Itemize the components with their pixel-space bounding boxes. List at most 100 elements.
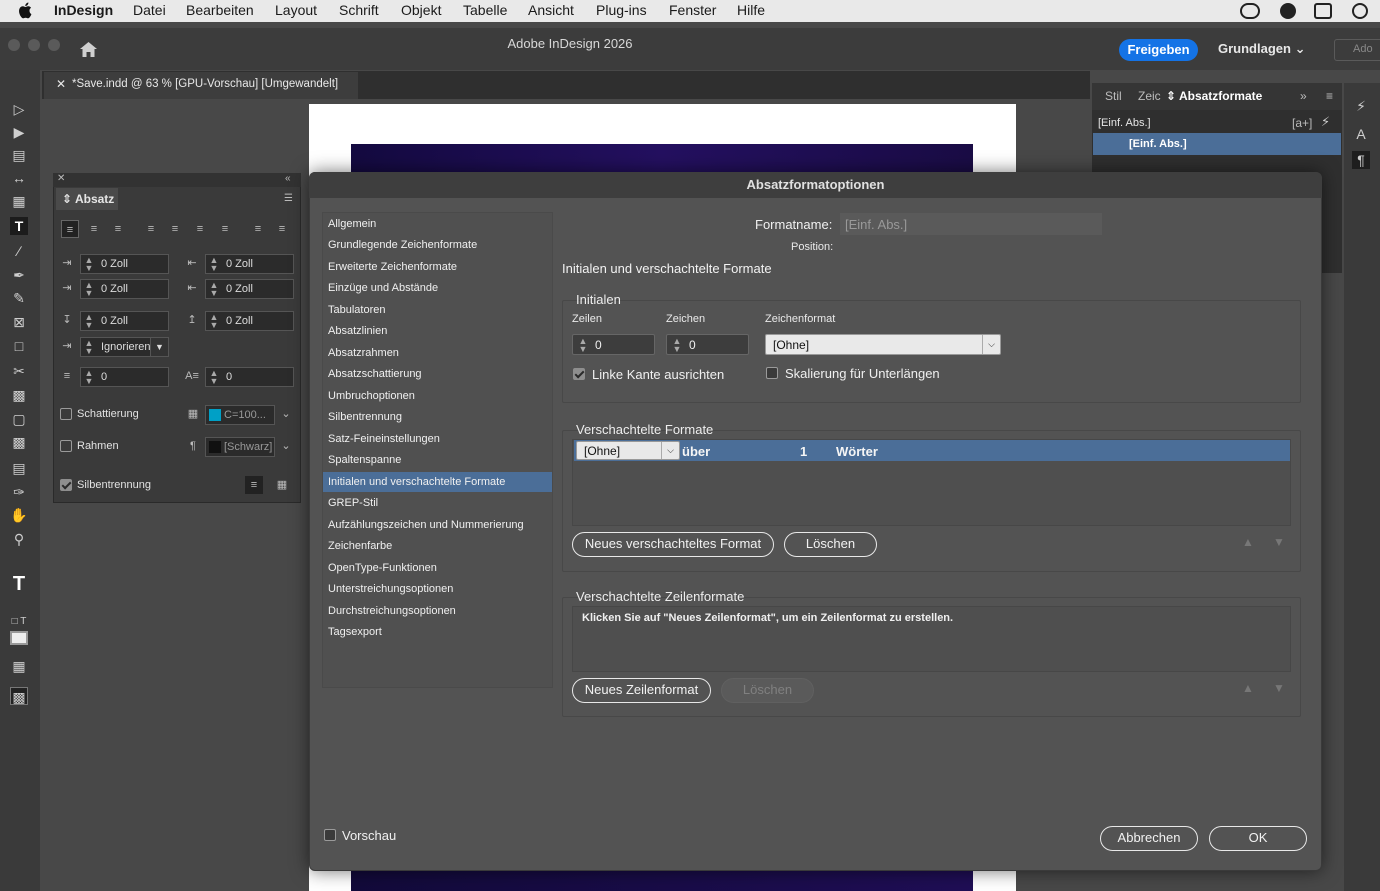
nested-count[interactable]: 1 (800, 444, 807, 459)
single-line-composer-icon[interactable]: ≡ (245, 476, 263, 494)
hyphenation-checkbox[interactable] (60, 479, 72, 491)
align-to-grid-select[interactable]: ▲ ▼ Ignorieren ▼ (80, 337, 169, 357)
close-panel-icon[interactable]: ✕ (57, 173, 65, 184)
shading-grid-icon[interactable]: ▦ (184, 405, 202, 423)
paragraph-style-basic[interactable]: [Einf. Abs.] (1098, 117, 1151, 129)
sync-icon[interactable] (1352, 3, 1368, 19)
lightning-panel-icon[interactable]: ⚡ (1352, 97, 1370, 115)
free-transform-tool-icon[interactable]: ▩ (10, 386, 28, 404)
status-check-icon[interactable] (1280, 3, 1296, 19)
stepper-icon[interactable]: ▲ ▼ (208, 281, 220, 298)
stepper-icon[interactable]: ▲ ▼ (83, 339, 95, 356)
menu-plugins[interactable]: Plug-ins (596, 2, 647, 18)
right-indent-field[interactable]: ▲ ▼ 0 Zoll (205, 254, 294, 274)
shading-color-select[interactable]: C=100... (205, 405, 275, 425)
fill-stroke-text-icon[interactable]: T (10, 574, 28, 594)
nav-item-aufzaehlung[interactable]: Aufzählungszeichen und Nummerierung (328, 519, 524, 531)
stepper-icon[interactable]: ▲ ▼ (208, 256, 220, 273)
paragraph-composer-icon[interactable]: ▦ (273, 476, 291, 494)
tab-zeichenformate[interactable]: Zeic (1138, 89, 1161, 103)
align-towards-spine-icon[interactable]: ≡ (249, 220, 267, 238)
nav-item-spaltenspanne[interactable]: Spaltenspanne (328, 454, 401, 466)
charstyle-select[interactable]: [Ohne] ⌵ (765, 334, 1001, 355)
space-before-field[interactable]: ▲ ▼ 0 Zoll (80, 311, 169, 331)
nested-style-select[interactable]: [Ohne] ⌵ (576, 441, 680, 460)
delete-nested-style-button[interactable]: Löschen (784, 532, 877, 557)
menu-fenster[interactable]: Fenster (669, 2, 716, 18)
stepper-icon[interactable]: ▲ ▼ (83, 281, 95, 298)
note-tool-icon[interactable]: ▤ (10, 459, 28, 477)
dropcap-lines-input[interactable]: ▲ ▼ 0 (572, 334, 655, 355)
page-image-bottom[interactable] (351, 868, 973, 891)
search-input[interactable]: Ado (1334, 39, 1380, 61)
chevron-down-icon[interactable]: ▼ (150, 338, 168, 356)
type-tool-icon[interactable]: T (10, 217, 28, 235)
border-icon[interactable]: ¶ (184, 437, 202, 455)
menu-schrift[interactable]: Schrift (339, 2, 379, 18)
new-nested-style-button[interactable]: Neues verschachteltes Format (572, 532, 774, 557)
move-down-icon[interactable]: ▼ (1273, 682, 1285, 694)
gradient-feather-tool-icon[interactable]: ▩ (10, 433, 28, 451)
gap-tool-icon[interactable]: ↔ (10, 169, 28, 187)
cancel-button[interactable]: Abbrechen (1100, 826, 1198, 851)
move-down-icon[interactable]: ▼ (1273, 536, 1285, 548)
stepper-icon[interactable]: ▲ ▼ (577, 337, 589, 354)
rectangle-frame-tool-icon[interactable]: ⊠ (10, 313, 28, 331)
content-collector-icon[interactable]: ▦ (10, 192, 28, 210)
nav-item-einzuege-abstaende[interactable]: Einzüge und Abstände (328, 282, 438, 294)
panel-expand-icon[interactable]: » (1300, 89, 1307, 103)
menu-layout[interactable]: Layout (275, 2, 317, 18)
preview-checkbox[interactable] (324, 829, 336, 841)
justify-right-icon[interactable]: ≡ (191, 220, 209, 238)
close-tab-icon[interactable]: ✕ (56, 77, 66, 91)
zoom-tool-icon[interactable]: ⚲ (10, 530, 28, 548)
preview-mode-icon[interactable]: ▩ (10, 687, 28, 705)
nav-item-tabulatoren[interactable]: Tabulatoren (328, 304, 386, 316)
pencil-tool-icon[interactable]: ✎ (10, 289, 28, 307)
nav-item-initialen[interactable]: Initialen und verschachtelte Formate (328, 476, 505, 488)
nav-item-zeichenfarbe[interactable]: Zeichenfarbe (328, 540, 392, 552)
tab-stil[interactable]: Stil (1105, 89, 1122, 103)
nav-item-absatzschattierung[interactable]: Absatzschattierung (328, 368, 422, 380)
nested-through[interactable]: über (682, 444, 710, 459)
last-line-indent-field[interactable]: ▲ ▼ 0 Zoll (205, 279, 294, 299)
new-line-style-button[interactable]: Neues Zeilenformat (572, 678, 711, 703)
paragraph-styles-icon[interactable]: ¶ (1352, 151, 1370, 169)
stepper-icon[interactable]: ▲ ▼ (83, 256, 95, 273)
align-right-icon[interactable]: ≡ (109, 220, 127, 238)
share-button[interactable]: Freigeben (1119, 39, 1198, 61)
normal-view-icon[interactable] (10, 631, 28, 645)
absatz-tab[interactable]: ⇕ Absatz (56, 188, 118, 210)
shading-checkbox[interactable] (60, 408, 72, 420)
border-checkbox[interactable] (60, 440, 72, 452)
scissors-tool-icon[interactable]: ✂ (10, 362, 28, 380)
document-tab[interactable]: ✕ *Save.indd @ 63 % [GPU-Vorschau] [Umge… (44, 72, 358, 99)
justify-left-icon[interactable]: ≡ (142, 220, 160, 238)
menu-hilfe[interactable]: Hilfe (737, 2, 765, 18)
align-away-spine-icon[interactable]: ≡ (273, 220, 291, 238)
nav-item-absatzlinien[interactable]: Absatzlinien (328, 325, 387, 337)
menu-datei[interactable]: Datei (133, 2, 166, 18)
dropcap-chars-input[interactable]: ▲ ▼ 0 (666, 334, 749, 355)
justify-center-icon[interactable]: ≡ (166, 220, 184, 238)
menu-tabelle[interactable]: Tabelle (463, 2, 507, 18)
page-tool-icon[interactable]: ▤ (10, 146, 28, 164)
lightning-icon[interactable]: ⚡ (1321, 114, 1330, 130)
hand-tool-icon[interactable]: ✋ (10, 506, 28, 524)
eyedropper-tool-icon[interactable]: ✑ (10, 483, 28, 501)
formatname-field[interactable]: [Einf. Abs.] (840, 213, 1102, 235)
chevron-down-icon[interactable]: ⌄ (277, 437, 295, 455)
stepper-icon[interactable]: ▲ ▼ (208, 369, 220, 386)
selection-tool-icon[interactable]: ▷ (10, 100, 28, 118)
formatting-container-icon[interactable]: □ T (10, 613, 28, 631)
border-color-select[interactable]: [Schwarz] (205, 437, 275, 457)
pen-tool-icon[interactable]: ✒ (10, 266, 28, 284)
line-tool-icon[interactable]: ∕ (10, 242, 28, 260)
stepper-icon[interactable]: ▲ ▼ (83, 369, 95, 386)
justify-all-icon[interactable]: ≡ (216, 220, 234, 238)
dropcap-lines-field[interactable]: ▲ ▼ 0 (80, 367, 169, 387)
gradient-swatch-tool-icon[interactable]: ▢ (10, 410, 28, 428)
menu-app[interactable]: InDesign (54, 2, 113, 18)
panel-menu-icon[interactable]: ≡ (1326, 89, 1333, 103)
move-up-icon[interactable]: ▲ (1242, 682, 1254, 694)
